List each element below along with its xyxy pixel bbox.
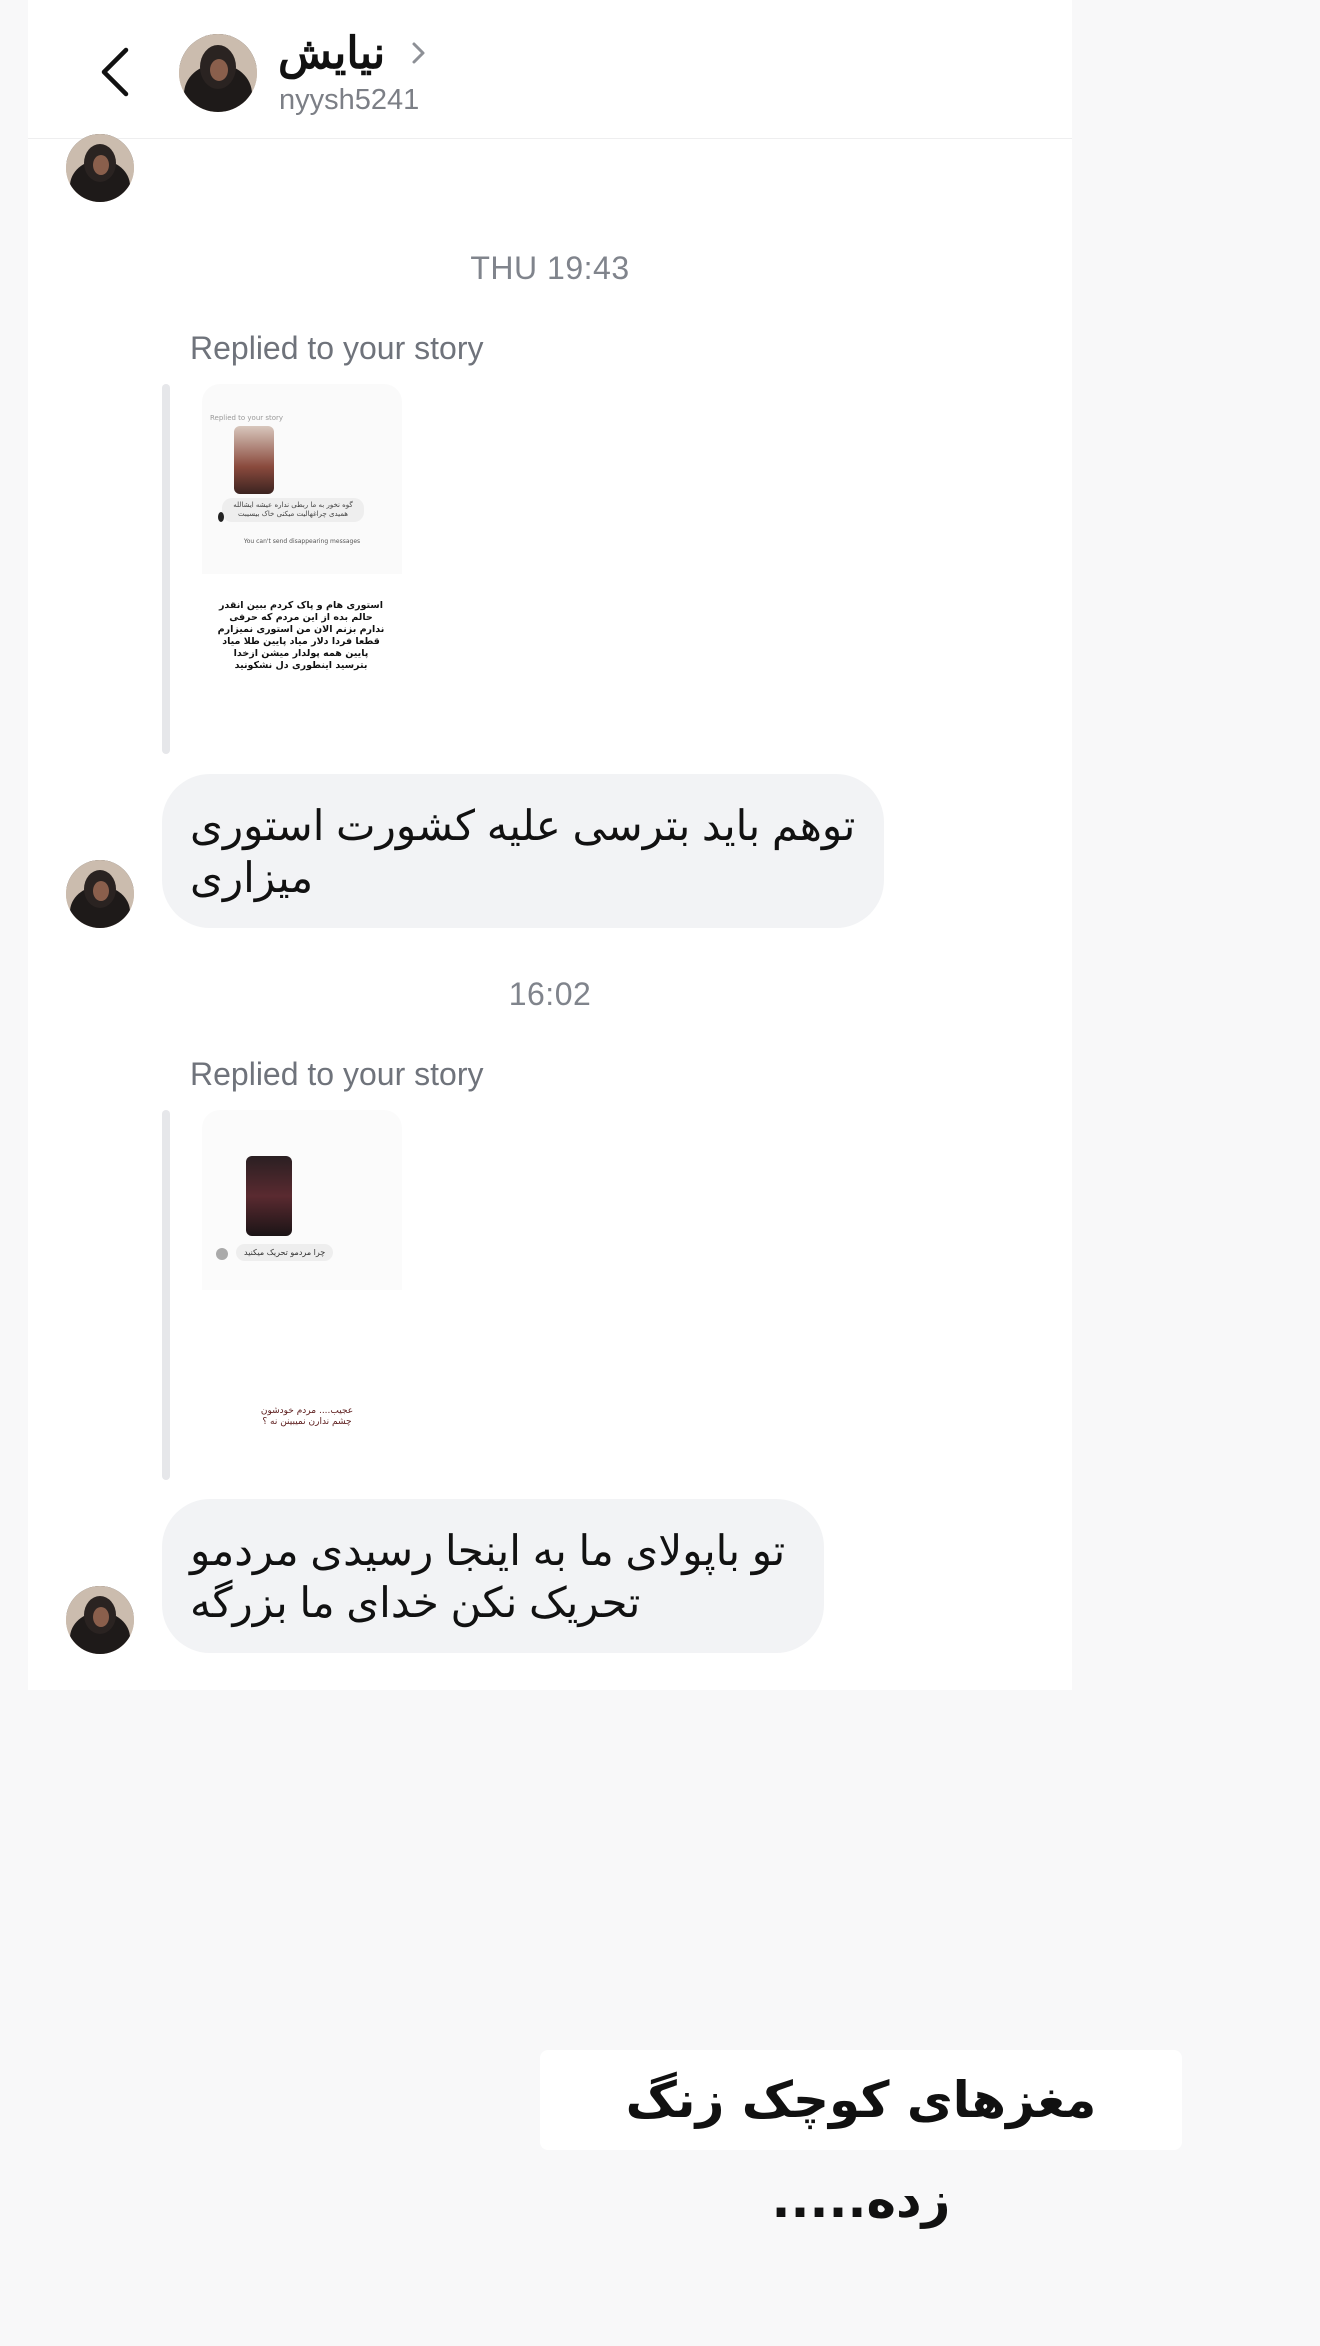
story-image (234, 426, 274, 494)
story-thumbnail[interactable]: چرا مردمو تحریک میکنید عجیب.... مردم خود… (202, 1110, 402, 1480)
avatar (216, 1248, 228, 1260)
story-reply-bubble: گوه نخور به ما ربطی نداره عیشه ایشالله ه… (222, 498, 364, 522)
message-bubble[interactable]: توهم باید بترسی علیه کشورت استوری میزاری (162, 774, 884, 928)
avatar (66, 860, 134, 928)
reply-indicator-bar (162, 1110, 170, 1480)
story-reply-header: Replied to your story (210, 414, 284, 422)
replied-to-story-label: Replied to your story (190, 330, 484, 366)
message-bubble[interactable]: تو باپولای ما به اینجا رسیدی مردمو تحریک… (162, 1499, 824, 1653)
reply-indicator-bar (162, 384, 170, 754)
chat-card: نیایش nyysh5241 THU 19:43 Replied to you… (28, 0, 1072, 1690)
chevron-right-icon[interactable] (408, 38, 430, 68)
story-image (246, 1156, 292, 1236)
avatar (66, 1586, 134, 1654)
story-notice: You can't send disappearing messages (243, 538, 361, 545)
message-timestamp: THU 19:43 (470, 250, 630, 286)
story-reply-bubble: چرا مردمو تحریک میکنید (236, 1244, 334, 1261)
back-button[interactable] (90, 42, 140, 102)
story-screenshot: چرا مردمو تحریک میکنید (202, 1110, 402, 1290)
story-text: عجیب.... مردم خودشون چشم ندارن نمیبینن ن… (260, 1406, 354, 1427)
story-text: استوری هام و پاک کردم ببین انقدر حالم بد… (217, 600, 385, 671)
chevron-left-icon (101, 47, 129, 97)
contact-name[interactable]: نیایش (278, 28, 385, 79)
caption-text: مغزهای کوچک زنگ زده..... (540, 2050, 1182, 2229)
story-thumbnail[interactable]: Replied to your story گوه نخور به ما ربط… (202, 384, 402, 754)
chat-header: نیایش nyysh5241 (28, 0, 1072, 139)
avatar[interactable] (179, 34, 257, 112)
contact-username[interactable]: nyysh5241 (279, 84, 419, 117)
dot-icon (218, 512, 224, 522)
story-screenshot: Replied to your story گوه نخور به ما ربط… (202, 384, 402, 574)
message-timestamp: 16:02 (508, 976, 592, 1012)
replied-to-story-label: Replied to your story (190, 1056, 484, 1092)
avatar (66, 134, 134, 202)
